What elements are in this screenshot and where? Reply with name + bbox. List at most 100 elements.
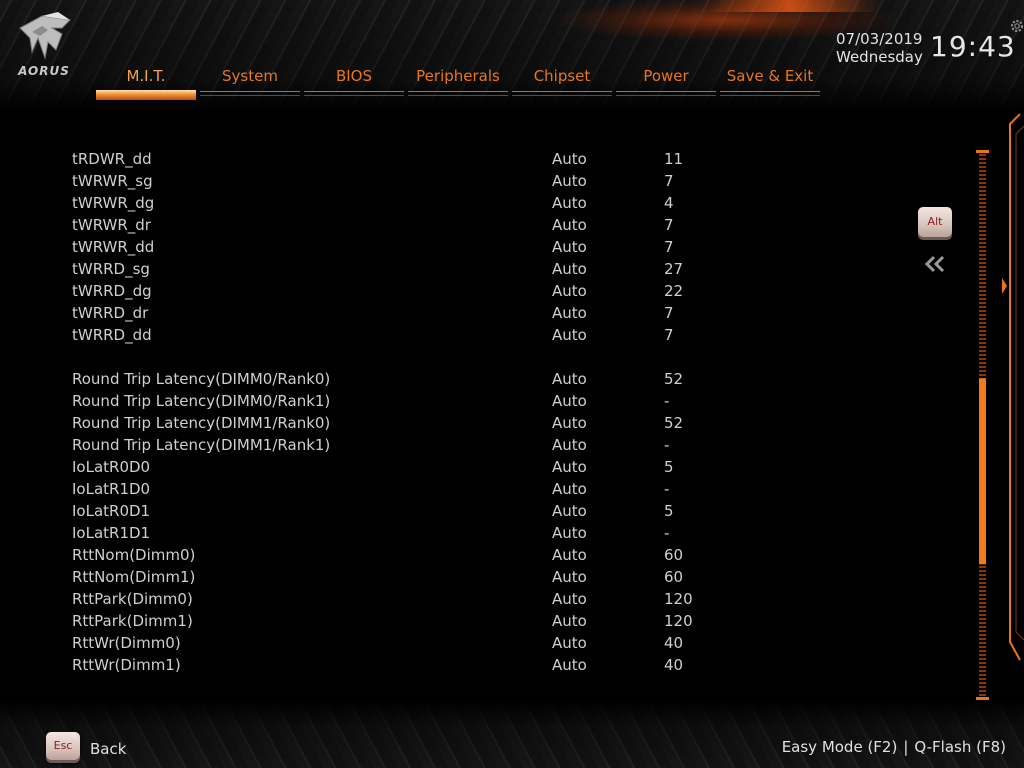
setting-mode[interactable]: Auto	[552, 258, 587, 280]
expand-arrow-icon[interactable]	[1002, 278, 1007, 294]
setting-row[interactable]: tRDWR_dd Auto 11	[72, 148, 772, 170]
tab-save-exit[interactable]: Save & Exit	[720, 64, 820, 100]
footer-bar	[0, 700, 1024, 768]
setting-value: 5	[664, 502, 674, 520]
setting-row[interactable]: tWRWR_dg Auto 4	[72, 192, 772, 214]
brand-logo-text: AORUS	[18, 64, 70, 78]
setting-row[interactable]: Round Trip Latency(DIMM0/Rank0) Auto 52	[72, 368, 772, 390]
setting-row[interactable]: RttNom(Dimm0) Auto 60	[72, 544, 772, 566]
setting-value: 52	[664, 370, 684, 388]
setting-row[interactable]: RttPark(Dimm1) Auto 120	[72, 610, 772, 632]
setting-name: tWRRD_dr	[72, 304, 149, 322]
gear-icon[interactable]	[1009, 18, 1024, 34]
tab-system[interactable]: System	[200, 64, 300, 100]
tab-mit[interactable]: M.I.T.	[96, 64, 196, 100]
setting-row[interactable]: RttNom(Dimm1) Auto 60	[72, 566, 772, 588]
setting-row[interactable]: IoLatR1D1 Auto -	[72, 522, 772, 544]
setting-name: IoLatR0D0	[72, 458, 151, 476]
system-day: Wednesday	[836, 48, 923, 66]
scrollbar[interactable]	[976, 150, 989, 700]
setting-name: IoLatR1D0	[72, 480, 151, 498]
setting-mode[interactable]: Auto	[552, 412, 587, 434]
setting-mode[interactable]: Auto	[552, 544, 587, 566]
tab-peripherals[interactable]: Peripherals	[408, 64, 508, 100]
setting-mode[interactable]: Auto	[552, 632, 587, 654]
setting-value: 7	[664, 238, 674, 256]
setting-name: RttWr(Dimm1)	[72, 656, 181, 674]
scrollbar-thumb[interactable]	[979, 378, 986, 565]
tab-power[interactable]: Power	[616, 64, 716, 100]
setting-mode[interactable]: Auto	[552, 588, 587, 610]
setting-row[interactable]: tWRWR_dr Auto 7	[72, 214, 772, 236]
setting-value: 40	[664, 656, 684, 674]
alt-key-button[interactable]: Alt	[918, 207, 952, 237]
side-panel-toggle[interactable]	[996, 112, 1024, 662]
setting-mode[interactable]: Auto	[552, 478, 587, 500]
double-chevron-left-icon[interactable]	[922, 254, 948, 274]
setting-mode[interactable]: Auto	[552, 610, 587, 632]
setting-value: 120	[664, 612, 693, 630]
setting-mode[interactable]: Auto	[552, 148, 587, 170]
setting-name: IoLatR1D1	[72, 524, 151, 542]
setting-name: Round Trip Latency(DIMM1/Rank0)	[72, 414, 331, 432]
setting-value: 40	[664, 634, 684, 652]
setting-row[interactable]: IoLatR0D1 Auto 5	[72, 500, 772, 522]
setting-row[interactable]: tWRRD_dd Auto 7	[72, 324, 772, 346]
setting-row[interactable]: tWRWR_dd Auto 7	[72, 236, 772, 258]
setting-row[interactable]: IoLatR1D0 Auto -	[72, 478, 772, 500]
setting-name: RttNom(Dimm0)	[72, 546, 196, 564]
setting-mode[interactable]: Auto	[552, 522, 587, 544]
system-clock: 19:43	[930, 30, 1016, 63]
setting-row[interactable]: tWRRD_dg Auto 22	[72, 280, 772, 302]
setting-value: 5	[664, 458, 674, 476]
setting-name: tRDWR_dd	[72, 150, 152, 168]
setting-row[interactable]: tWRRD_dr Auto 7	[72, 302, 772, 324]
tab-bios[interactable]: BIOS	[304, 64, 404, 100]
setting-row[interactable]: RttPark(Dimm0) Auto 120	[72, 588, 772, 610]
setting-row[interactable]: tWRWR_sg Auto 7	[72, 170, 772, 192]
setting-mode[interactable]: Auto	[552, 654, 587, 676]
setting-value: -	[664, 524, 670, 542]
setting-value: 7	[664, 304, 674, 322]
setting-name: RttPark(Dimm0)	[72, 590, 193, 608]
setting-name: tWRWR_dg	[72, 194, 155, 212]
setting-mode[interactable]: Auto	[552, 324, 587, 346]
footer-separator: |	[903, 738, 909, 756]
setting-mode[interactable]: Auto	[552, 214, 587, 236]
tab-chipset[interactable]: Chipset	[512, 64, 612, 100]
setting-mode[interactable]: Auto	[552, 566, 587, 588]
setting-name: tWRWR_dd	[72, 238, 155, 256]
esc-key-button[interactable]: Esc	[46, 732, 80, 760]
qflash-link[interactable]: Q-Flash (F8)	[914, 738, 1006, 756]
setting-value: 120	[664, 590, 693, 608]
setting-name: Round Trip Latency(DIMM0/Rank1)	[72, 392, 331, 410]
setting-value: 4	[664, 194, 674, 212]
back-label[interactable]: Back	[90, 740, 126, 758]
setting-mode[interactable]: Auto	[552, 456, 587, 478]
setting-row[interactable]: tWRRD_sg Auto 27	[72, 258, 772, 280]
setting-name: Round Trip Latency(DIMM1/Rank1)	[72, 436, 331, 454]
setting-name: RttPark(Dimm1)	[72, 612, 193, 630]
setting-row[interactable]: Round Trip Latency(DIMM1/Rank0) Auto 52	[72, 412, 772, 434]
setting-name: tWRRD_sg	[72, 260, 150, 278]
setting-row[interactable]: Round Trip Latency(DIMM0/Rank1) Auto -	[72, 390, 772, 412]
setting-mode[interactable]: Auto	[552, 192, 587, 214]
setting-row[interactable]: RttWr(Dimm0) Auto 40	[72, 632, 772, 654]
setting-name: RttWr(Dimm0)	[72, 634, 181, 652]
setting-row[interactable]: RttWr(Dimm1) Auto 40	[72, 654, 772, 676]
setting-mode[interactable]: Auto	[552, 500, 587, 522]
setting-mode[interactable]: Auto	[552, 302, 587, 324]
header-glow-line	[700, 0, 880, 12]
setting-value: -	[664, 392, 670, 410]
setting-row[interactable]: Round Trip Latency(DIMM1/Rank1) Auto -	[72, 434, 772, 456]
header-bar: AORUS M.I.T. System BIOS Peripherals Chi…	[0, 0, 1024, 112]
setting-value: -	[664, 480, 670, 498]
setting-mode[interactable]: Auto	[552, 280, 587, 302]
setting-mode[interactable]: Auto	[552, 434, 587, 456]
easy-mode-link[interactable]: Easy Mode (F2)	[782, 738, 898, 756]
setting-row[interactable]: IoLatR0D0 Auto 5	[72, 456, 772, 478]
setting-mode[interactable]: Auto	[552, 368, 587, 390]
setting-mode[interactable]: Auto	[552, 390, 587, 412]
setting-mode[interactable]: Auto	[552, 236, 587, 258]
setting-mode[interactable]: Auto	[552, 170, 587, 192]
